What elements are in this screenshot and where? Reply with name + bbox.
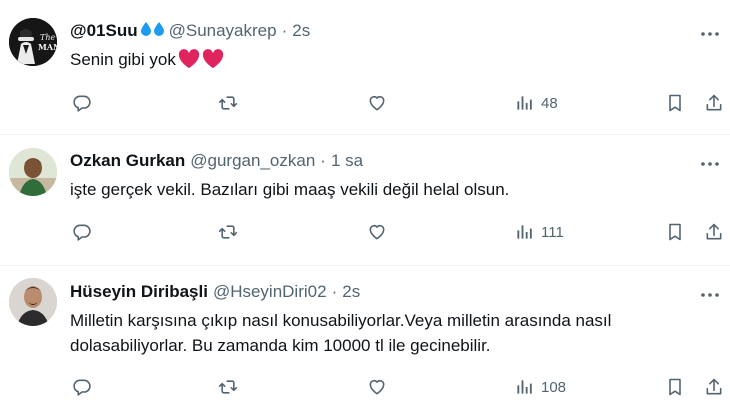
retweet-button[interactable]: [218, 375, 238, 399]
reply-button[interactable]: [72, 375, 92, 399]
tweet-header: @01Suu @Sunayakrep · 2s: [70, 21, 310, 41]
user-handle[interactable]: @Sunayakrep: [169, 21, 277, 41]
like-button[interactable]: [367, 220, 387, 244]
more-icon[interactable]: [700, 154, 720, 174]
tweet-text-line: Milletin karşısına çıkıp nasıl konusabil…: [70, 311, 612, 330]
tweet-text-line: işte gerçek vekil. Bazıları gibi maaş ve…: [70, 180, 510, 199]
views-button[interactable]: 48: [515, 91, 558, 115]
svg-text:MAN: MAN: [38, 42, 57, 52]
bookmark-button[interactable]: [665, 91, 685, 115]
views-button[interactable]: 108: [515, 375, 566, 399]
avatar[interactable]: [9, 148, 57, 196]
tweet-header: Hüseyin Diribaşli @HseyinDiri02 · 2s: [70, 282, 360, 302]
bookmark-icon: [669, 223, 681, 241]
user-handle[interactable]: @HseyinDiri02: [213, 282, 327, 302]
like-icon: [369, 379, 385, 395]
red-heart-icon: [178, 49, 199, 69]
share-button[interactable]: [704, 91, 724, 115]
views-count: 108: [541, 378, 567, 396]
separator-dot: ·: [281, 21, 288, 40]
reply-icon: [73, 224, 91, 241]
share-button[interactable]: [704, 220, 724, 244]
share-icon: [706, 223, 722, 240]
tweet-actions: 108: [70, 375, 730, 399]
share-icon: [706, 378, 722, 395]
display-name[interactable]: @01Suu: [70, 21, 138, 41]
water-drop-icon: [140, 22, 151, 36]
bookmark-icon: [669, 378, 681, 396]
share-icon: [706, 94, 722, 111]
tweet-text: Senin gibi yok: [70, 47, 710, 72]
timestamp[interactable]: 1 sa: [331, 151, 363, 171]
bookmark-icon: [669, 94, 681, 112]
tweet[interactable]: The MAN @01Suu @Sunayakrep · 2s Senin gi…: [0, 0, 730, 135]
tweet-text-line: Senin gibi yok: [70, 50, 176, 69]
views-icon: [517, 225, 532, 239]
red-heart-icon: [202, 49, 223, 69]
retweet-icon: [218, 380, 238, 394]
bookmark-button[interactable]: [665, 220, 685, 244]
reply-button[interactable]: [72, 220, 92, 244]
avatar[interactable]: The MAN: [9, 18, 57, 66]
tweet-text-line: dolasabiliyorlar. Bu zamanda kim 10000 t…: [70, 336, 491, 355]
tweet-text: işte gerçek vekil. Bazıları gibi maaş ve…: [70, 177, 710, 202]
retweet-button[interactable]: [218, 220, 238, 244]
timestamp[interactable]: 2s: [342, 282, 360, 302]
separator-dot: ·: [320, 151, 326, 170]
views-icon: [517, 96, 532, 110]
avatar-image: The MAN: [9, 18, 57, 66]
tweet-text: Milletin karşısına çıkıp nasıl konusabil…: [70, 308, 710, 358]
retweet-icon: [218, 96, 238, 110]
retweet-button[interactable]: [218, 91, 238, 115]
like-button[interactable]: [367, 375, 387, 399]
share-button[interactable]: [704, 375, 724, 399]
avatar-image: [9, 148, 57, 196]
avatar-image: [9, 278, 57, 326]
reply-icon: [73, 95, 91, 112]
like-icon: [369, 224, 385, 240]
tweet-header: Ozkan Gurkan @gurgan_ozkan · 1 sa: [70, 151, 363, 171]
more-icon[interactable]: [700, 24, 720, 44]
views-count: 111: [541, 223, 564, 241]
timestamp[interactable]: 2s: [292, 21, 310, 41]
views-count: 48: [541, 94, 558, 112]
separator-dot: ·: [331, 282, 338, 301]
avatar[interactable]: [9, 278, 57, 326]
retweet-icon: [218, 225, 238, 239]
tweet-actions: 111: [70, 220, 730, 244]
views-button[interactable]: 111: [515, 220, 564, 244]
svg-text:The: The: [40, 33, 55, 42]
tweet[interactable]: Hüseyin Diribaşli @HseyinDiri02 · 2s Mil…: [0, 267, 730, 420]
user-handle[interactable]: @gurgan_ozkan: [190, 151, 315, 171]
display-name[interactable]: Ozkan Gurkan: [70, 151, 185, 171]
reply-icon: [73, 379, 91, 396]
display-name[interactable]: Hüseyin Diribaşli: [70, 282, 208, 302]
water-drop-icon: [153, 22, 164, 36]
tweet[interactable]: Ozkan Gurkan @gurgan_ozkan · 1 sa işte g…: [0, 136, 730, 266]
reply-button[interactable]: [72, 91, 92, 115]
bookmark-button[interactable]: [665, 375, 685, 399]
more-icon[interactable]: [700, 285, 720, 305]
like-icon: [369, 95, 385, 111]
tweet-actions: 48: [70, 91, 730, 115]
views-icon: [517, 380, 532, 394]
like-button[interactable]: [367, 91, 387, 115]
